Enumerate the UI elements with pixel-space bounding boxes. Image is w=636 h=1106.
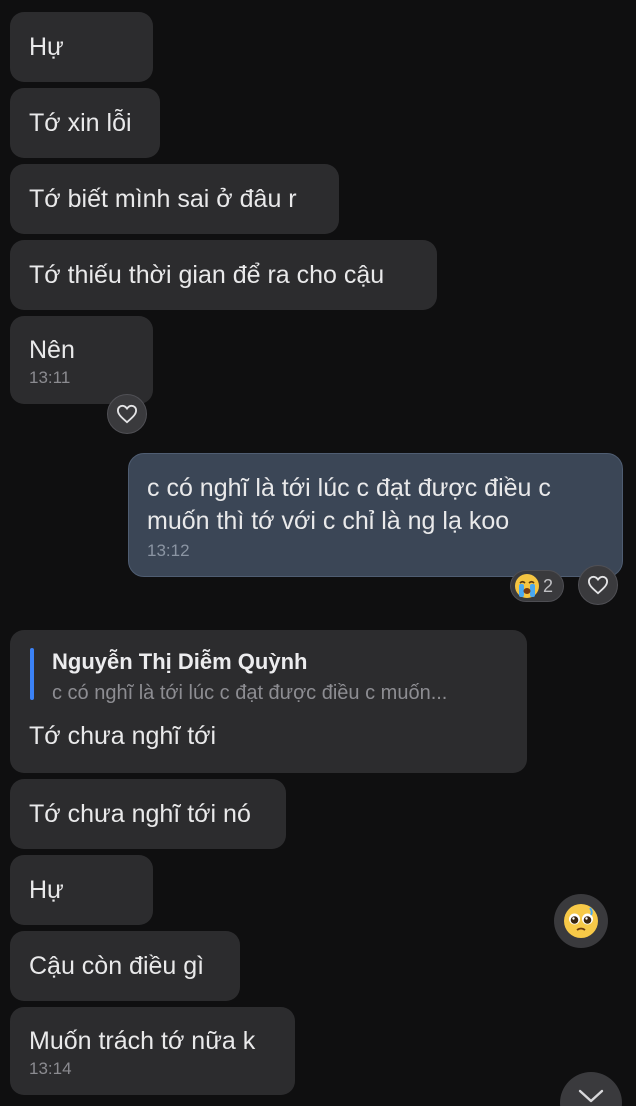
scroll-to-bottom-button[interactable] <box>560 1072 622 1106</box>
heart-icon <box>587 575 609 595</box>
quoted-sender-name: Nguyễn Thị Diễm Quỳnh <box>52 649 308 674</box>
crying-emoji-icon <box>515 574 539 598</box>
react-heart-button[interactable] <box>107 394 147 434</box>
message-text: Cậu còn điều gì <box>29 952 205 980</box>
message-text: Tớ thiếu thời gian để ra cho cậu <box>29 261 385 289</box>
pleading-emoji-icon <box>564 904 598 938</box>
message-text-line: c có nghĩ là tới lúc c đạt được điều c <box>147 474 551 502</box>
quote-accent-bar <box>30 648 34 700</box>
message-bubble[interactable]: Hự <box>10 855 153 925</box>
reaction-badge[interactable]: 2 <box>510 570 564 602</box>
message-bubble[interactable]: Hự <box>10 12 153 82</box>
reply-message-bubble[interactable]: Nguyễn Thị Diễm Quỳnh c có nghĩ là tới l… <box>10 630 527 773</box>
reaction-count: 2 <box>543 575 554 596</box>
message-bubble[interactable]: Muốn trách tớ nữa k 13:14 <box>10 1007 295 1095</box>
sent-message-bubble[interactable]: c có nghĩ là tới lúc c đạt được điều c m… <box>128 453 623 577</box>
message-text-line: muốn thì tớ với c chỉ là ng lạ koo <box>147 507 510 535</box>
react-heart-button[interactable] <box>578 565 618 605</box>
message-timestamp: 13:14 <box>29 1059 72 1078</box>
heart-icon <box>116 404 138 424</box>
message-bubble[interactable]: Cậu còn điều gì <box>10 931 240 1001</box>
message-text: Hự <box>29 33 64 61</box>
message-text: Tớ chưa nghĩ tới <box>29 722 217 750</box>
message-bubble[interactable]: Nên 13:11 <box>10 316 153 404</box>
message-timestamp: 13:12 <box>147 541 190 560</box>
message-bubble[interactable]: Tớ xin lỗi <box>10 88 160 158</box>
chevron-down-icon <box>578 1089 604 1103</box>
message-timestamp: 13:11 <box>29 368 71 387</box>
message-bubble[interactable]: Tớ biết mình sai ở đâu r <box>10 164 339 234</box>
message-text: Tớ biết mình sai ở đâu r <box>29 185 297 213</box>
message-bubble[interactable]: Tớ thiếu thời gian để ra cho cậu <box>10 240 437 310</box>
message-text: Tớ chưa nghĩ tới nó <box>29 800 251 828</box>
message-text: Hự <box>29 876 64 904</box>
message-text: Tớ xin lỗi <box>29 109 132 137</box>
emoji-reaction-button[interactable] <box>554 894 608 948</box>
quoted-message-snippet[interactable]: c có nghĩ là tới lúc c đạt được điều c m… <box>52 682 447 705</box>
message-text: Nên <box>29 336 75 364</box>
message-text: Muốn trách tớ nữa k <box>29 1027 256 1055</box>
message-bubble[interactable]: Tớ chưa nghĩ tới nó <box>10 779 286 849</box>
